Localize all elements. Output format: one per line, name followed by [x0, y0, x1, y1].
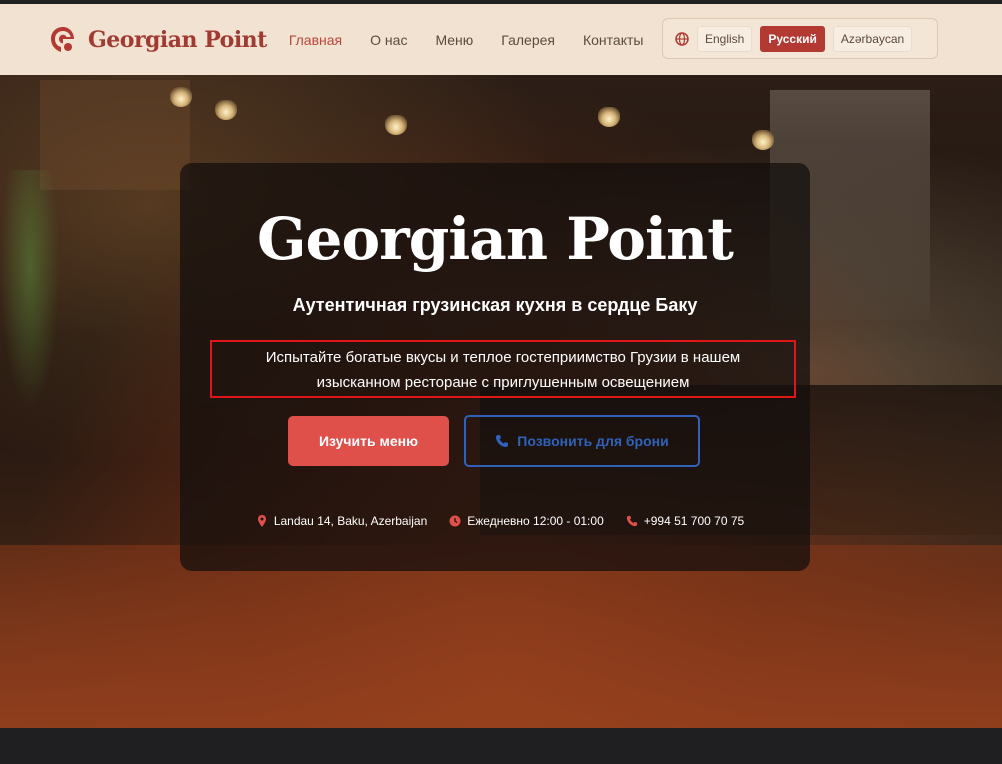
bottom-frame — [0, 728, 1002, 764]
logo[interactable]: Georgian Point — [48, 25, 267, 55]
lang-azerbaijani-button[interactable]: Azərbaycan — [832, 25, 913, 52]
explore-menu-button[interactable]: Изучить меню — [288, 416, 449, 466]
logo-text: Georgian Point — [88, 26, 267, 53]
lamp-icon — [598, 107, 620, 127]
call-to-book-button[interactable]: Позвонить для брони — [464, 415, 700, 467]
lang-english-button[interactable]: English — [697, 25, 753, 52]
nav-item-contacts[interactable]: Контакты — [583, 32, 643, 48]
call-to-book-label: Позвонить для брони — [517, 433, 669, 449]
phone-icon — [626, 515, 637, 527]
explore-menu-label: Изучить меню — [318, 433, 419, 449]
nav-item-gallery[interactable]: Галерея — [501, 32, 555, 48]
language-switcher: English Русский Azərbaycan — [662, 18, 938, 59]
hours-text: Ежедневно 12:00 - 01:00 — [467, 514, 604, 528]
hero-description: Испытайте богатые вкусы и теплое гостепр… — [210, 340, 796, 398]
lang-russian-button[interactable]: Русский — [760, 25, 825, 52]
hero-description-line: Испытайте богатые вкусы и теплое гостепр… — [265, 349, 741, 366]
logo-mark-icon — [51, 26, 74, 52]
site-header: Georgian Point Главная О нас Меню Галере… — [0, 4, 1002, 75]
clock-icon — [449, 515, 461, 527]
hero-description-line: изысканном ресторане с приглушенным осве… — [316, 374, 690, 391]
hero-card: Georgian Point Аутентичная грузинская ку… — [180, 163, 810, 571]
globe-icon — [675, 31, 689, 46]
hero-section: Georgian Point Аутентичная грузинская ку… — [0, 75, 1002, 728]
lamp-icon — [215, 100, 237, 120]
address-text: Landau 14, Baku, Azerbaijan — [273, 514, 428, 528]
hours-info: Ежедневно 12:00 - 01:00 — [449, 514, 604, 528]
background-table-front — [0, 545, 1002, 728]
hero-subtitle: Аутентичная грузинская кухня в сердце Ба… — [292, 295, 698, 315]
phone-icon — [496, 435, 509, 447]
contact-info-bar: Landau 14, Baku, Azerbaijan Ежедневно 12… — [230, 514, 770, 528]
phone-text: +994 51 700 70 75 — [643, 514, 745, 528]
background-plant — [0, 170, 60, 410]
nav-item-menu[interactable]: Меню — [435, 32, 473, 48]
lamp-icon — [385, 115, 407, 135]
background-wall-left — [40, 80, 190, 190]
main-nav: Главная О нас Меню Галерея Контакты — [289, 32, 644, 48]
address-info: Landau 14, Baku, Azerbaijan — [256, 514, 427, 528]
map-pin-icon — [257, 515, 266, 527]
lamp-icon — [752, 130, 774, 150]
nav-item-home[interactable]: Главная — [289, 32, 342, 48]
lamp-icon — [170, 87, 192, 107]
nav-item-about[interactable]: О нас — [370, 32, 407, 48]
hero-title: Georgian Point — [257, 205, 734, 273]
phone-info[interactable]: +994 51 700 70 75 — [626, 514, 744, 528]
